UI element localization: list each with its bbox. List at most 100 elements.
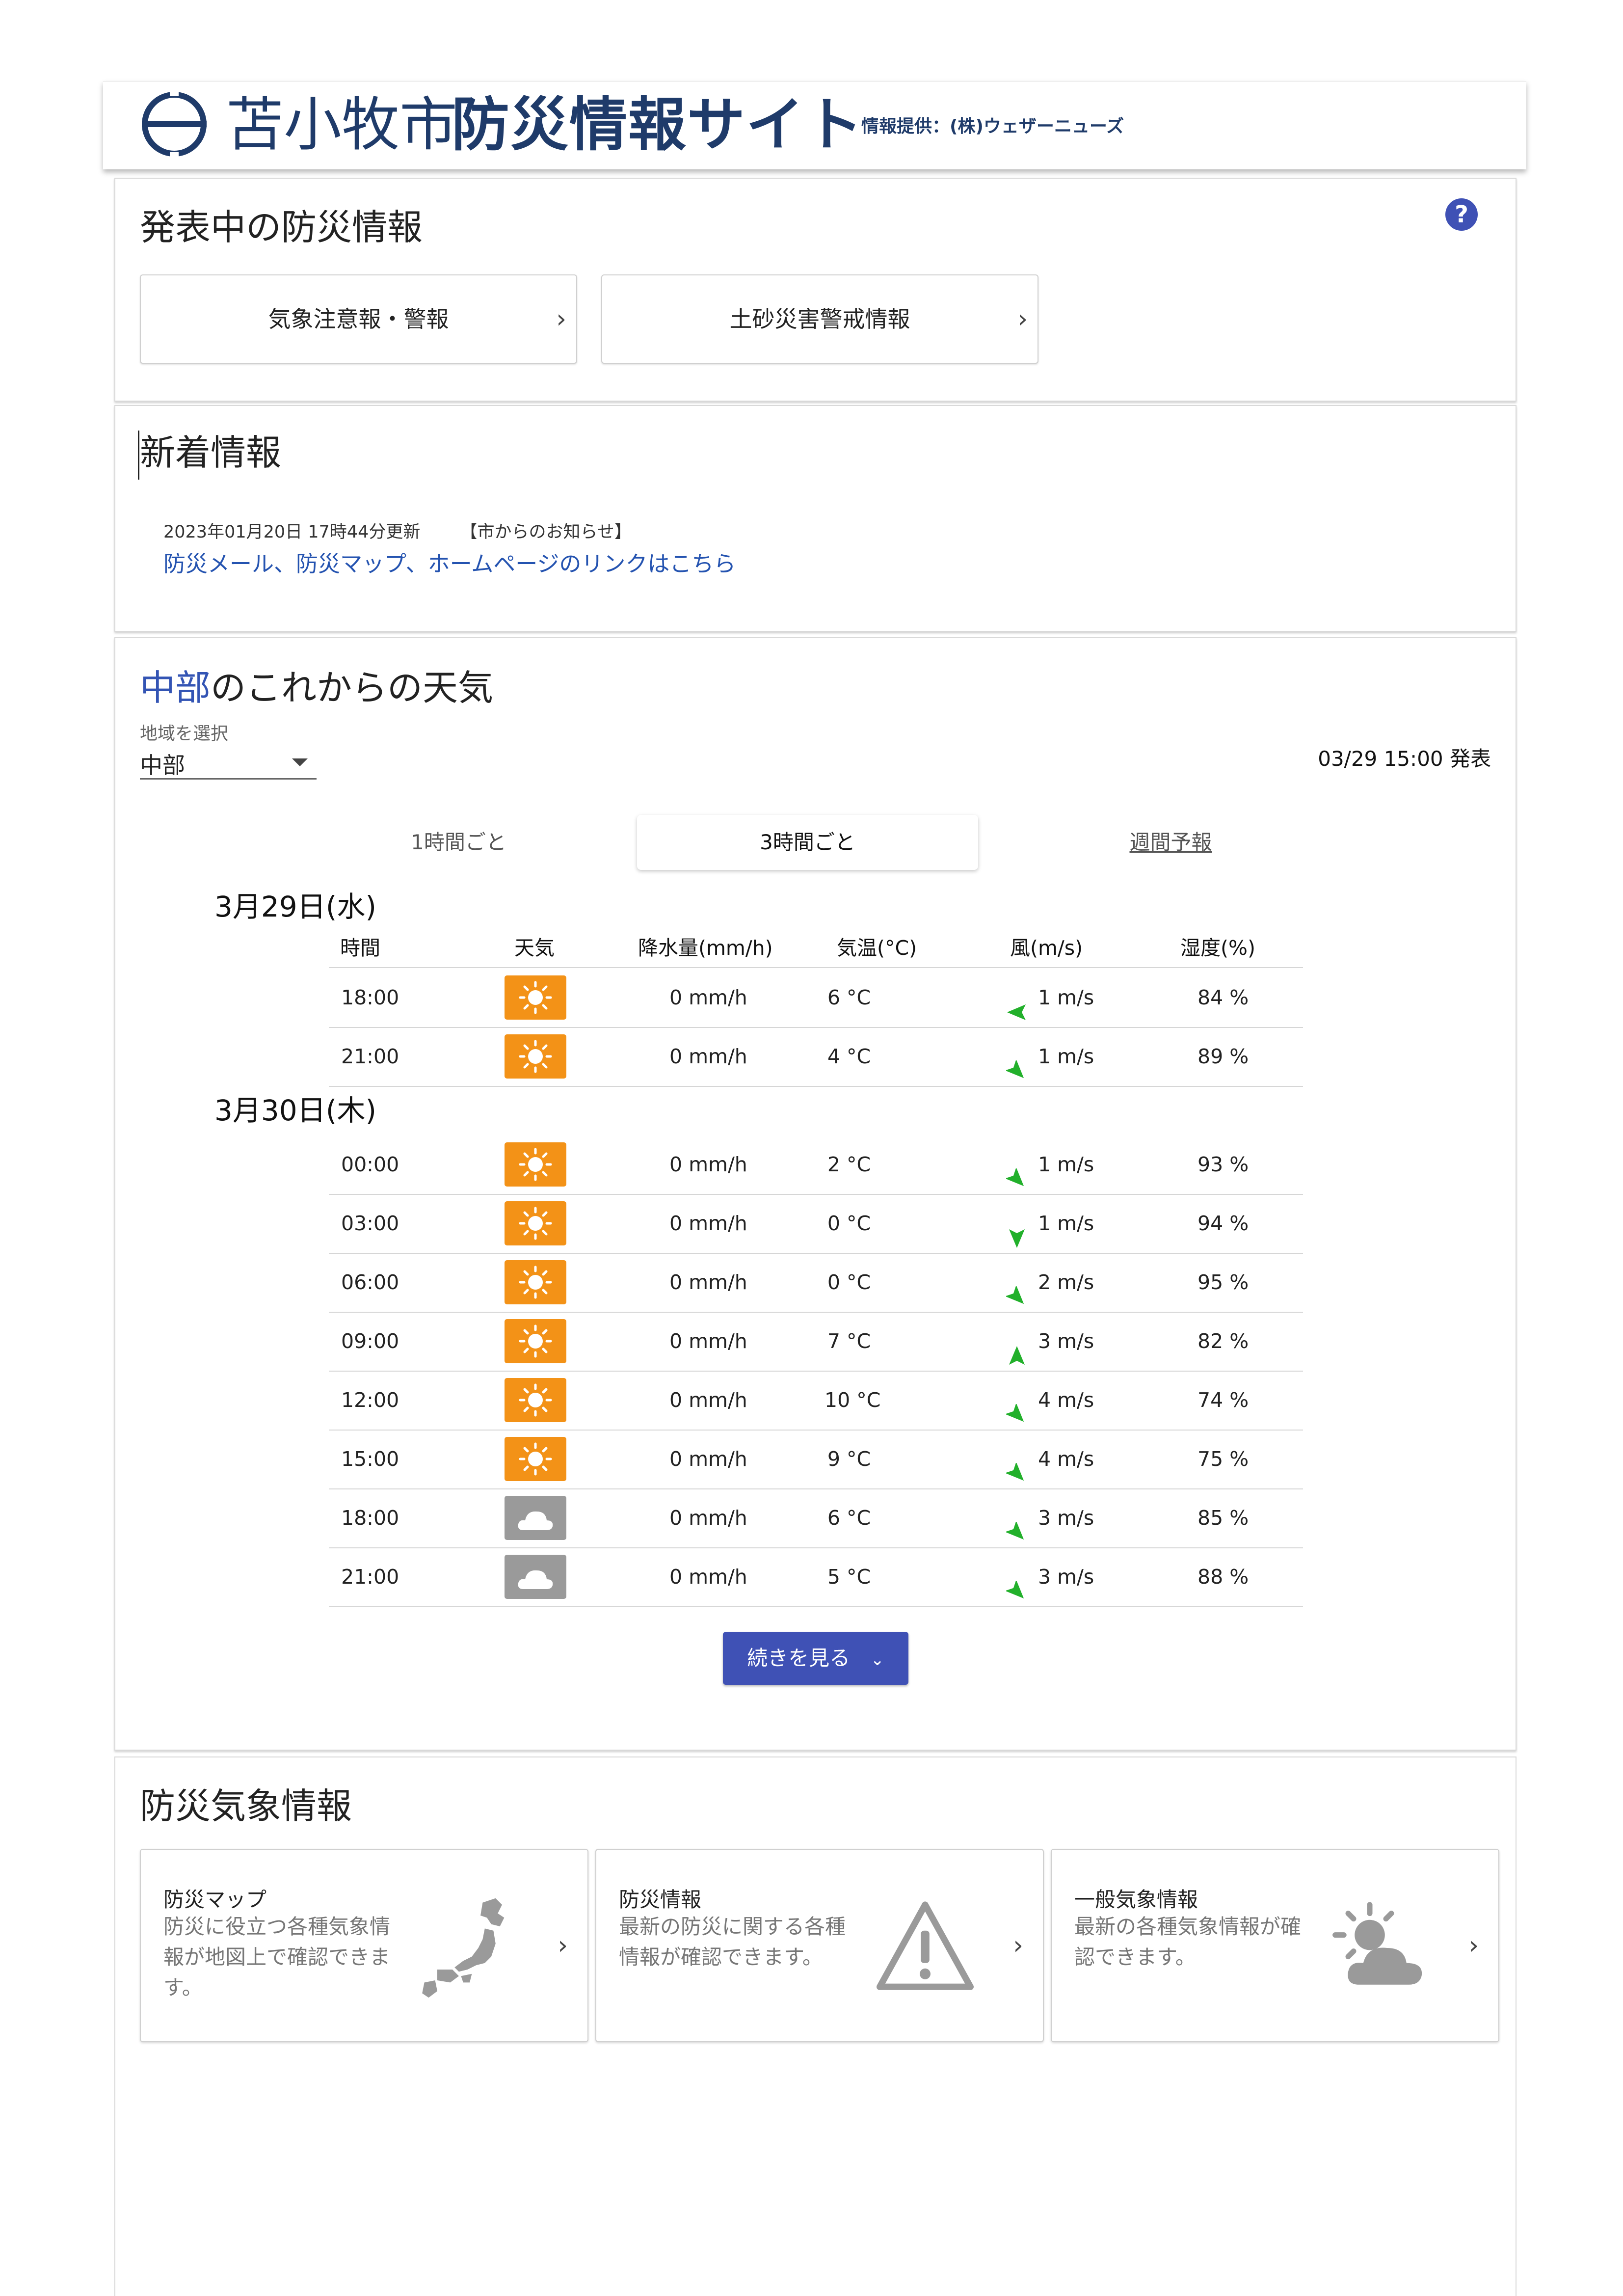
forecast-time: 18:00 [341, 986, 399, 1009]
forecast-precipitation: 0 mm/h [669, 1153, 747, 1176]
forecast-row: 00:00 0 mm/h 2 °C 1 m/s 93 % [329, 1135, 1303, 1195]
forecast-wind: 1 m/s [1038, 1153, 1094, 1176]
text-cursor [138, 431, 139, 480]
japan-map-icon [422, 1898, 505, 1998]
wind-direction-arrow-icon [1005, 1507, 1028, 1540]
forecast-wind: 1 m/s [1038, 1212, 1094, 1235]
issued-time: 03/29 15:00 発表 [1318, 747, 1491, 771]
news-date: 2023年01月20日 17時44分更新 [163, 522, 421, 542]
forecast-row: 12:00 0 mm/h 10 °C 4 m/s 74 % [329, 1371, 1303, 1431]
show-more-button[interactable]: 続きを見る ⌄ [723, 1632, 908, 1685]
forecast-precipitation: 0 mm/h [669, 1388, 747, 1412]
forecast-humidity: 75 % [1197, 1447, 1249, 1471]
chevron-right-icon: › [558, 1931, 568, 1960]
wind-direction-arrow-icon [1005, 1154, 1028, 1187]
sun-icon [505, 1201, 566, 1245]
wind-direction-arrow-icon [1006, 987, 1028, 1020]
forecast-humidity: 94 % [1197, 1212, 1249, 1235]
forecast-time: 03:00 [341, 1212, 399, 1235]
card-desc: 最新の防災に関する各種情報が確認できます。 [619, 1915, 846, 1969]
weather-warning-button[interactable]: 気象注意報・警報 › [140, 274, 577, 364]
forecast-wind: 1 m/s [1038, 1045, 1094, 1068]
card-desc: 最新の各種気象情報が確認できます。 [1074, 1915, 1302, 1969]
forecast-temperature: 10 °C [825, 1388, 881, 1412]
column-wind: 風(m/s) [1010, 936, 1083, 960]
forecast-temperature: 6 °C [827, 1506, 871, 1530]
sun-icon [505, 1142, 566, 1187]
sun-icon [505, 975, 566, 1020]
forecast-wind: 3 m/s [1038, 1565, 1094, 1589]
weather-title-area: 中部 [140, 667, 211, 708]
forecast-wind: 1 m/s [1038, 986, 1094, 1009]
forecast-row: 18:00 0 mm/h 6 °C 1 m/s 84 % [329, 968, 1303, 1028]
wind-direction-arrow-icon [1006, 1330, 1028, 1365]
forecast-humidity: 95 % [1197, 1270, 1249, 1294]
warning-icon [877, 1901, 974, 1990]
tab-weekly[interactable]: 週間予報 [1000, 815, 1341, 870]
provider-credit: 情報提供：(株)ウェザーニューズ [861, 116, 1124, 136]
column-precipitation: 降水量(mm/h) [638, 936, 773, 960]
chevron-down-icon: ⌄ [870, 1650, 884, 1670]
forecast-time: 21:00 [341, 1045, 399, 1068]
sun-icon [505, 1034, 566, 1079]
forecast-wind: 3 m/s [1038, 1329, 1094, 1353]
weather-title: 中部のこれからの天気 [140, 659, 493, 710]
forecast-temperature: 9 °C [827, 1447, 871, 1471]
forecast-row: 15:00 0 mm/h 9 °C 4 m/s 75 % [329, 1430, 1303, 1489]
forecast-humidity: 74 % [1197, 1388, 1249, 1412]
column-humidity: 湿度(%) [1180, 936, 1255, 960]
forecast-humidity: 85 % [1197, 1506, 1249, 1530]
forecast-temperature: 4 °C [827, 1045, 871, 1068]
forecast-row: 03:00 0 mm/h 0 °C 1 m/s 94 % [329, 1194, 1303, 1254]
wind-direction-arrow-icon [1005, 1448, 1028, 1481]
tab-3hourly[interactable]: 3時間ごと [637, 815, 978, 870]
forecast-time: 06:00 [341, 1270, 399, 1294]
forecast-precipitation: 0 mm/h [669, 1329, 747, 1353]
forecast-temperature: 0 °C [827, 1212, 871, 1235]
area-select[interactable]: 中部 [140, 744, 317, 780]
news-category: 【市からのお知らせ】 [460, 522, 632, 542]
site-title-city[interactable]: 苫小牧市 [226, 90, 457, 159]
landslide-warning-button[interactable]: 土砂災害警戒情報 › [601, 274, 1038, 364]
sun-icon [505, 1319, 566, 1363]
area-select-value: 中部 [140, 752, 185, 779]
site-title[interactable]: 防災情報サイト [452, 90, 864, 159]
news-link[interactable]: 防災メール、防災マップ、ホームページのリンクはこちら [163, 546, 736, 578]
news-title: 新着情報 [140, 432, 282, 473]
forecast-row: 06:00 0 mm/h 0 °C 2 m/s 95 % [329, 1253, 1303, 1313]
weather-warning-label: 気象注意報・警報 [268, 306, 449, 332]
card-desc: 防災に役立つ各種気象情報が地図上で確認できます。 [163, 1915, 391, 1999]
tab-hourly[interactable]: 1時間ごと [288, 815, 629, 870]
forecast-time: 00:00 [341, 1153, 399, 1176]
wind-direction-arrow-icon [1005, 1046, 1028, 1079]
disaster-info-title: 防災気象情報 [140, 1785, 352, 1827]
forecast-temperature: 0 °C [827, 1270, 871, 1294]
forecast-wind: 3 m/s [1038, 1506, 1094, 1530]
card-disaster-map[interactable]: 防災マップ 防災に役立つ各種気象情報が地図上で確認できます。 › [140, 1849, 588, 2042]
forecast-time: 21:00 [341, 1565, 399, 1589]
forecast-wind: 4 m/s [1038, 1388, 1094, 1412]
forecast-wind: 4 m/s [1038, 1447, 1094, 1471]
help-icon[interactable]: ? [1445, 198, 1478, 231]
cloud-icon [505, 1496, 566, 1540]
forecast-time: 12:00 [341, 1388, 399, 1412]
forecast-precipitation: 0 mm/h [669, 1270, 747, 1294]
column-temperature: 気温(°C) [837, 936, 917, 960]
card-general-weather[interactable]: 一般気象情報 最新の各種気象情報が確認できます。 › [1051, 1849, 1499, 2042]
card-title: 一般気象情報 [1074, 1888, 1198, 1912]
chevron-right-icon: › [1013, 1931, 1023, 1960]
city-logo-icon[interactable] [137, 87, 211, 161]
sun-icon [505, 1260, 566, 1304]
forecast-humidity: 84 % [1197, 986, 1249, 1009]
partly-cloudy-icon [1332, 1902, 1422, 1985]
forecast-precipitation: 0 mm/h [669, 1212, 747, 1235]
card-disaster-info[interactable]: 防災情報 最新の防災に関する各種情報が確認できます。 › [595, 1849, 1044, 2042]
show-more-label: 続きを見る [747, 1646, 851, 1670]
wind-direction-arrow-icon [1005, 1389, 1028, 1422]
wind-direction-arrow-icon [1006, 1213, 1028, 1248]
forecast-temperature: 6 °C [827, 986, 871, 1009]
weather-title-rest: のこれからの天気 [211, 667, 494, 708]
forecast-precipitation: 0 mm/h [669, 1447, 747, 1471]
forecast-wind: 2 m/s [1038, 1270, 1094, 1294]
site-header: 苫小牧市 防災情報サイト 情報提供：(株)ウェザーニューズ [103, 81, 1526, 169]
